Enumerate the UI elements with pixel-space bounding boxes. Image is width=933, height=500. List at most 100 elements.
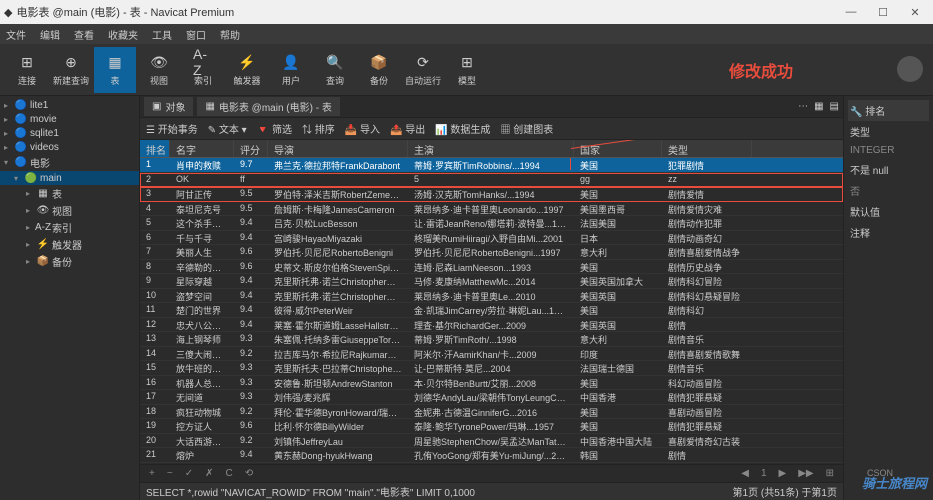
cell[interactable]: 15 xyxy=(140,361,170,375)
user-avatar[interactable] xyxy=(897,56,923,82)
cell[interactable]: 8 xyxy=(140,260,170,274)
cell[interactable]: 9.3 xyxy=(234,361,268,375)
cell[interactable]: 9.6 xyxy=(234,245,268,259)
toolbar-索引[interactable]: A-Z索引 xyxy=(182,47,224,93)
cell[interactable]: 剧情动作犯罪 xyxy=(662,216,752,230)
cell[interactable]: 泰坦尼克号 xyxy=(170,202,234,216)
subtool-item[interactable]: ☰ 开始事务 xyxy=(146,121,198,136)
cell[interactable]: 剧情犯罪悬疑 xyxy=(662,419,752,433)
cell[interactable]: 中国香港中国大陆 xyxy=(574,434,662,448)
cell[interactable]: 20 xyxy=(140,434,170,448)
cell[interactable]: 剧情爱情灾难 xyxy=(662,202,752,216)
cell[interactable]: 9.4 xyxy=(234,318,268,332)
maximize-button[interactable]: ☐ xyxy=(869,3,897,21)
cell[interactable]: 罗伯特·泽米吉斯RobertZemeckis xyxy=(268,187,408,201)
cell[interactable]: gg xyxy=(574,173,662,187)
tree-main[interactable]: ▾🟢main xyxy=(0,171,139,185)
cell[interactable]: 9.4 xyxy=(234,274,268,288)
cell[interactable]: 罗伯托·贝尼尼RobertoBenigni...1997 xyxy=(408,245,574,259)
cell[interactable]: 美国 xyxy=(574,303,662,317)
cell[interactable]: 剧情 xyxy=(662,448,752,462)
cell[interactable]: 星际穿越 xyxy=(170,274,234,288)
cell[interactable]: 剧情犯罪悬疑 xyxy=(662,390,752,404)
cell[interactable]: 9.2 xyxy=(234,405,268,419)
cell[interactable]: 罗伯托·贝尼尼RobertoBenigni xyxy=(268,245,408,259)
cell[interactable]: 剧情音乐 xyxy=(662,332,752,346)
cell[interactable]: 9.3 xyxy=(234,390,268,404)
cell[interactable]: 剧情科幻冒险 xyxy=(662,274,752,288)
nav-btn[interactable]: + xyxy=(146,468,158,479)
cell[interactable]: 剧情犯罪 xyxy=(662,463,752,465)
nav-btn[interactable]: C xyxy=(222,468,235,479)
toolbar-自动运行[interactable]: ⟳自动运行 xyxy=(402,47,444,93)
col-评分[interactable]: 评分 xyxy=(234,140,268,157)
table-row[interactable]: 1肖申的救赎9.7弗兰克·德拉邦特FrankDarabont蒂姆·罗宾斯TimR… xyxy=(140,158,843,173)
cell[interactable]: 16 xyxy=(140,376,170,390)
minimize-button[interactable]: — xyxy=(837,3,865,21)
cell[interactable]: 21 xyxy=(140,448,170,462)
table-row[interactable]: 14三傻大闹宝莱坞9.2拉吉库马尔·希拉尼RajkumarHirani阿米尔·汗… xyxy=(140,347,843,362)
cell[interactable]: 黄东赫Dong-hyukHwang xyxy=(268,448,408,462)
cell[interactable]: 这个杀手不太冷 xyxy=(170,216,234,230)
cell[interactable]: 孔侑YooGong/郑有美Yu-miJung/...2011 xyxy=(408,448,574,462)
cell[interactable]: 克里斯托弗·诺兰ChristopherNolan xyxy=(268,289,408,303)
tab-objects[interactable]: ▣对象 xyxy=(144,97,193,116)
cell[interactable]: 3 xyxy=(140,187,170,201)
cell[interactable]: 韩国 xyxy=(574,448,662,462)
table-row[interactable]: 18疯狂动物城9.2拜伦·霍华德ByronHoward/瑞奇·摩尔Richt金妮… xyxy=(140,405,843,420)
cell[interactable]: 剧情音乐 xyxy=(662,361,752,375)
cell[interactable]: 詹姆斯·卡梅隆JamesCameron xyxy=(268,202,408,216)
menu-窗口[interactable]: 窗口 xyxy=(186,27,206,42)
cell[interactable]: 史蒂文·斯皮尔伯格StevenSpielberg xyxy=(268,260,408,274)
cell[interactable]: 辛德勒的名单 xyxy=(170,260,234,274)
cell[interactable]: 剧情喜剧爱情战争 xyxy=(662,245,752,259)
menu-收藏夹[interactable]: 收藏夹 xyxy=(108,27,138,42)
cell[interactable]: 马龙·白兰度Ma...1972 xyxy=(408,463,574,465)
table-row[interactable]: 8辛德勒的名单9.6史蒂文·斯皮尔伯格StevenSpielberg连姆·尼森L… xyxy=(140,260,843,275)
cell[interactable]: 大话西游之大圣娶亲 xyxy=(170,434,234,448)
cell[interactable]: 意大利 xyxy=(574,332,662,346)
nav-page[interactable]: ▶▶ xyxy=(795,468,816,479)
cell[interactable]: 金妮弗·古德温GinniferG...2016 xyxy=(408,405,574,419)
cell[interactable]: 9.6 xyxy=(234,260,268,274)
nav-page[interactable]: ▶ xyxy=(776,468,790,479)
cell[interactable]: 剧情 xyxy=(662,318,752,332)
table-row[interactable]: 22教父9.3弗朗西斯·福特·科波拉FrancisFordCoppola马龙·白… xyxy=(140,463,843,465)
tree-videos[interactable]: ▸🔵videos xyxy=(0,140,139,154)
cell[interactable]: 剧情科幻悬疑冒险 xyxy=(662,289,752,303)
table-row[interactable]: 7美丽人生9.6罗伯托·贝尼尼RobertoBenigni罗伯托·贝尼尼Robe… xyxy=(140,245,843,260)
nav-page[interactable]: 1 xyxy=(758,468,770,479)
tab-table[interactable]: ▦电影表 @main (电影) - 表 xyxy=(197,97,339,116)
cell[interactable]: 刘德华AndyLau/梁朝伟TonyLeungChiuW...2002 xyxy=(408,390,574,404)
toolbar-备份[interactable]: 📦备份 xyxy=(358,47,400,93)
cell[interactable]: 7 xyxy=(140,245,170,259)
cell[interactable]: 9.7 xyxy=(234,158,268,172)
toolbar-表[interactable]: ▦表 xyxy=(94,47,136,93)
table-row[interactable]: 15放牛班的春天9.3克里斯托夫·巴拉蒂ChristopheBarratier让… xyxy=(140,361,843,376)
cell[interactable]: 9.2 xyxy=(234,434,268,448)
cell[interactable]: 泰隆·鲍华TyronePower/玛琳...1957 xyxy=(408,419,574,433)
subtool-item[interactable]: 📊 数据生成 xyxy=(435,121,490,136)
tab-grid-icon[interactable]: ▦ xyxy=(814,101,823,112)
table-row[interactable]: 11楚门的世界9.4彼得·威尔PeterWeir金·凯瑞JimCarrey/劳拉… xyxy=(140,303,843,318)
cell[interactable]: 放牛班的春天 xyxy=(170,361,234,375)
cell[interactable]: 11 xyxy=(140,303,170,317)
cell[interactable]: 机器人总动员 xyxy=(170,376,234,390)
cell[interactable]: 连姆·尼森LiamNeeson...1993 xyxy=(408,260,574,274)
close-button[interactable]: ✕ xyxy=(901,3,929,21)
tab-panel-icon[interactable]: ▤ xyxy=(830,101,839,112)
tree-电影[interactable]: ▾🔵电影 xyxy=(0,154,139,171)
cell[interactable]: 宫崎骏HayaoMiyazaki xyxy=(268,231,408,245)
table-row[interactable]: 20大话西游之大圣娶亲9.2刘镇伟JeffreyLau周星驰StephenCho… xyxy=(140,434,843,449)
cell[interactable]: 美国 xyxy=(574,463,662,465)
cell[interactable]: 控方证人 xyxy=(170,419,234,433)
cell[interactable]: 拜伦·霍华德ByronHoward/瑞奇·摩尔Richt xyxy=(268,405,408,419)
cell[interactable]: 彼得·威尔PeterWeir xyxy=(268,303,408,317)
cell[interactable]: 安德鲁·斯坦顿AndrewStanton xyxy=(268,376,408,390)
nav-page[interactable]: ⊞ xyxy=(823,468,837,479)
cell[interactable]: 12 xyxy=(140,318,170,332)
cell[interactable]: 9.5 xyxy=(234,202,268,216)
cell[interactable]: 理查·基尔RichardGer...2009 xyxy=(408,318,574,332)
cell[interactable]: 熔炉 xyxy=(170,448,234,462)
cell[interactable]: 9.2 xyxy=(234,347,268,361)
